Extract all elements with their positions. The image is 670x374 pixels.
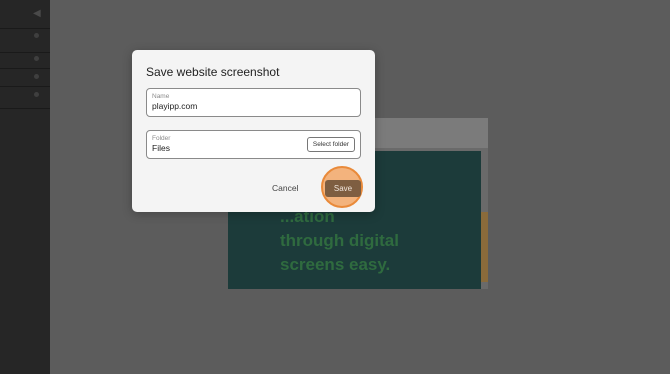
- collapse-icon: ◀: [33, 8, 41, 19]
- preview-side-panel: [481, 212, 488, 282]
- sidebar-item-icon: [34, 74, 39, 79]
- cancel-button[interactable]: Cancel: [272, 183, 298, 193]
- folder-field-label: Folder: [152, 135, 171, 142]
- name-field[interactable]: Name playipp.com: [146, 88, 361, 117]
- sidebar-item-icon: [34, 92, 39, 97]
- sidebar-divider: [0, 52, 50, 53]
- save-screenshot-dialog: Save website screenshot Name playipp.com…: [132, 50, 375, 212]
- folder-field-value: Files: [152, 143, 170, 153]
- name-field-value[interactable]: playipp.com: [152, 101, 197, 111]
- sidebar-item-icon: [34, 33, 39, 38]
- sidebar-divider: [0, 28, 50, 29]
- sidebar-divider: [0, 68, 50, 69]
- sidebar-item-icon: [34, 56, 39, 61]
- sidebar-divider: [0, 108, 50, 109]
- sidebar: ◀: [0, 0, 50, 374]
- dialog-title: Save website screenshot: [146, 65, 280, 79]
- name-field-label: Name: [152, 93, 170, 100]
- sidebar-divider: [0, 86, 50, 87]
- select-folder-button[interactable]: Select folder: [306, 137, 355, 152]
- folder-field[interactable]: Folder Files Select folder: [146, 130, 361, 159]
- save-button[interactable]: Save: [325, 180, 361, 197]
